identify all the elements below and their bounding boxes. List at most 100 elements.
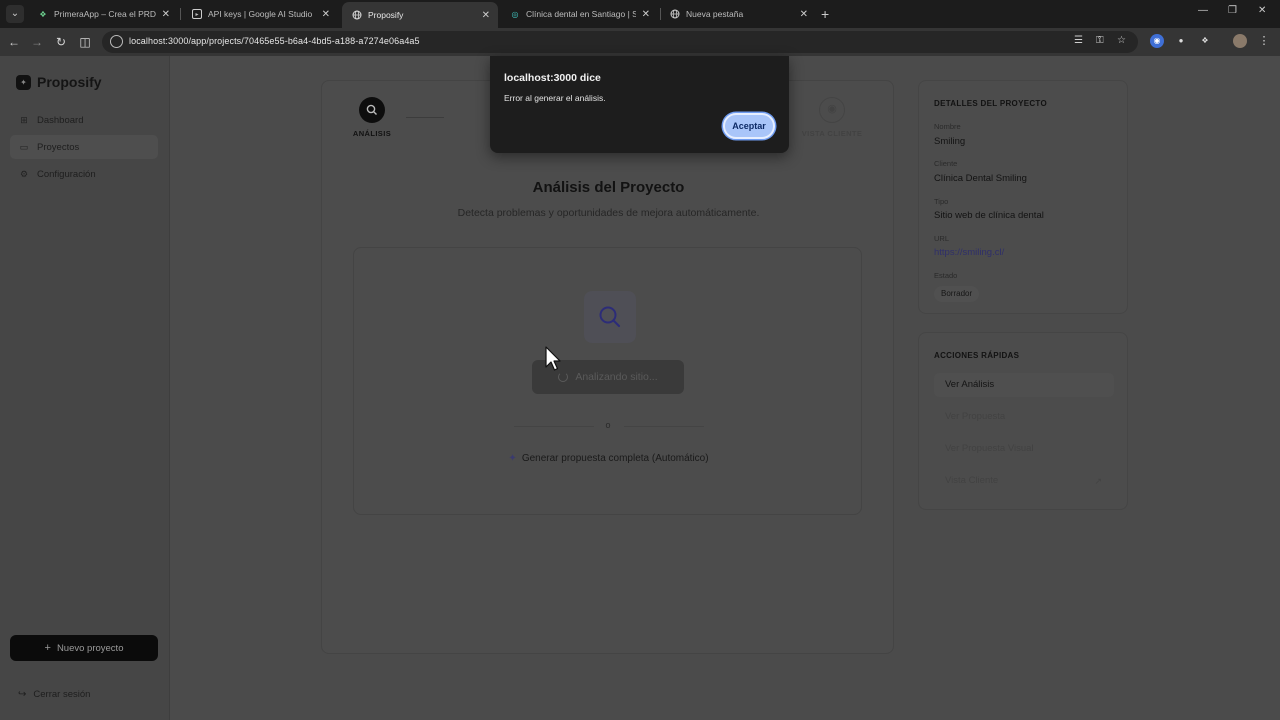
mouse-cursor-icon <box>545 346 561 377</box>
logout-label: Cerrar sesión <box>33 689 91 700</box>
close-icon[interactable]: ✕ <box>800 9 808 20</box>
site-info-icon[interactable] <box>110 35 123 48</box>
generate-full-proposal-link[interactable]: ✦ Generar propuesta completa (Automático) <box>354 453 863 464</box>
sparkles-icon: ✦ <box>508 453 517 464</box>
page-subtitle: Detecta problemas y oportunidades de mej… <box>457 207 760 219</box>
forward-icon[interactable]: → <box>28 33 46 51</box>
brand-name: Proposify <box>37 74 102 90</box>
sidebar-item-proyectos[interactable]: ▭ Proyectos <box>10 135 158 159</box>
project-type: Sitio web de clínica dental <box>934 210 1044 221</box>
divider <box>514 426 594 427</box>
tab-divider <box>180 8 181 20</box>
tab-label: PrimeraApp – Crea el PRD y Pro <box>54 9 156 19</box>
sidebar-item-label: Proyectos <box>37 141 80 153</box>
sidebar-item-dashboard[interactable]: ⊞ Dashboard <box>10 108 158 132</box>
project-client: Clínica Dental Smiling <box>934 173 1027 184</box>
sidebar: ✦ Proposify ⊞ Dashboard ▭ Proyectos ⚙ Co… <box>0 56 170 720</box>
tab-label: Clínica dental en Santiago | Smi <box>526 9 636 19</box>
search-icon <box>584 291 636 343</box>
project-url-link[interactable]: https://smiling.cl/ <box>934 247 1004 258</box>
quick-action-ver-propuesta-visual[interactable]: Ver Propuesta Visual <box>934 437 1114 461</box>
browser-tab-ai-studio[interactable]: ▸ API keys | Google AI Studio ✕ <box>182 2 338 26</box>
sidebar-item-label: Configuración <box>37 168 96 180</box>
browser-tab-clinica[interactable]: ◎ Clínica dental en Santiago | Smi ✕ <box>500 2 658 26</box>
puzzle-icon[interactable]: ❖ <box>1198 34 1212 48</box>
search-icon <box>359 97 385 123</box>
project-details-panel: DETALLES DEL PROYECTO Nombre Smiling Cli… <box>918 80 1128 314</box>
divider <box>624 426 704 427</box>
brand-logo-icon: ✦ <box>16 74 31 90</box>
sidebar-item-label: Dashboard <box>37 114 84 126</box>
quick-action-ver-propuesta[interactable]: Ver Propuesta <box>934 405 1114 429</box>
browser-tab-bar: ⌄ ❖ PrimeraApp – Crea el PRD y Pro ✕ ▸ A… <box>0 0 1280 28</box>
address-bar[interactable]: localhost:3000/app/projects/70465e55-b6a… <box>102 31 1138 53</box>
camera-extension-icon[interactable]: ● <box>1174 34 1188 48</box>
bookmark-star-icon[interactable]: ☆ <box>1117 35 1126 46</box>
new-tab-icon[interactable]: + <box>821 5 829 23</box>
accept-button[interactable]: Aceptar <box>723 113 775 139</box>
browser-toolbar: ← → ↻ ◫ localhost:3000/app/projects/7046… <box>0 28 1280 56</box>
eye-icon: ◉ <box>819 97 845 123</box>
auto-link-label: Generar propuesta completa (Automático) <box>521 453 709 464</box>
window-close-icon[interactable]: ✕ <box>1258 5 1266 16</box>
ai-studio-favicon: ▸ <box>192 9 202 19</box>
quick-actions-panel: ACCIONES RÁPIDAS Ver Análisis Ver Propue… <box>918 332 1128 510</box>
close-icon[interactable]: ✕ <box>642 9 650 20</box>
key-icon[interactable]: ⚿ <box>1096 35 1104 46</box>
step-connector <box>406 117 444 118</box>
field-label: URL <box>934 234 950 243</box>
new-project-button[interactable]: + Nuevo proyecto <box>10 635 158 661</box>
field-label: Cliente <box>934 159 958 168</box>
browser-tab-primeraapp[interactable]: ❖ PrimeraApp – Crea el PRD y Pro ✕ <box>28 2 178 26</box>
dialog-title: localhost:3000 dice <box>504 72 601 84</box>
globe-icon <box>352 10 362 20</box>
logout-icon: ↪ <box>18 689 27 700</box>
tab-label: Nueva pestaña <box>686 9 744 19</box>
logout-button[interactable]: ↪ Cerrar sesión <box>18 689 90 700</box>
plus-icon: + <box>44 642 51 654</box>
step-analisis[interactable]: ANÁLISIS <box>344 97 400 138</box>
folder-icon: ▭ <box>19 141 29 152</box>
analysis-panel: Analizando sitio... o ✦ Generar propuesta… <box>353 247 862 515</box>
minimize-icon[interactable]: — <box>1198 5 1208 16</box>
step-vista-cliente[interactable]: ◉ VISTA CLIENTE <box>794 97 870 138</box>
translate-icon[interactable]: ☰ <box>1074 35 1083 46</box>
field-label: Tipo <box>934 197 949 206</box>
restore-icon[interactable]: ❐ <box>1228 5 1237 16</box>
dialog-message: Error al generar el análisis. <box>504 93 606 103</box>
back-icon[interactable]: ← <box>5 33 23 51</box>
reload-icon[interactable]: ↻ <box>52 33 70 51</box>
profile-avatar[interactable] <box>1233 34 1247 48</box>
analyze-button-label: Analizando sitio... <box>575 371 658 383</box>
extension-icon[interactable]: ◉ <box>1150 34 1164 48</box>
step-label: ANÁLISIS <box>352 129 392 138</box>
alert-dialog: localhost:3000 dice Error al generar el … <box>490 56 789 153</box>
close-icon[interactable]: ✕ <box>322 9 330 20</box>
globe-icon <box>670 9 680 19</box>
tab-label: API keys | Google AI Studio <box>208 9 313 19</box>
tab-search-button[interactable]: ⌄ <box>6 5 24 23</box>
quick-action-ver-analisis[interactable]: Ver Análisis <box>934 373 1114 397</box>
app-root: ✦ Proposify ⊞ Dashboard ▭ Proyectos ⚙ Co… <box>0 56 1280 720</box>
dental-favicon: ◎ <box>511 9 519 19</box>
browser-tab-nueva[interactable]: Nueva pestaña ✕ <box>660 2 816 26</box>
browser-tab-proposify[interactable]: Proposify ✕ <box>342 2 498 28</box>
sidebar-item-configuracion[interactable]: ⚙ Configuración <box>10 162 158 186</box>
new-project-label: Nuevo proyecto <box>56 642 124 654</box>
quick-action-vista-cliente[interactable]: Vista Cliente ↗ <box>934 469 1114 493</box>
field-label: Estado <box>934 271 958 280</box>
analysis-card: ANÁLISIS ◉ VISTA CLIENTE Análisis del Pr… <box>321 80 894 654</box>
quick-action-label: Vista Cliente <box>945 475 999 486</box>
or-separator: o <box>605 420 611 430</box>
page-title: Análisis del Proyecto <box>532 179 685 196</box>
grid-icon: ⊞ <box>20 114 28 125</box>
sidebar-toggle-icon[interactable]: ◫ <box>76 33 94 51</box>
menu-icon[interactable]: ⋮ <box>1257 34 1271 48</box>
close-icon[interactable]: ✕ <box>162 9 170 20</box>
status-badge: Borrador <box>934 286 980 302</box>
close-icon[interactable]: ✕ <box>482 10 490 21</box>
brand: ✦ Proposify <box>16 74 102 90</box>
app-favicon: ❖ <box>39 9 47 19</box>
field-label: Nombre <box>934 122 961 131</box>
external-link-icon: ↗ <box>1094 476 1102 486</box>
